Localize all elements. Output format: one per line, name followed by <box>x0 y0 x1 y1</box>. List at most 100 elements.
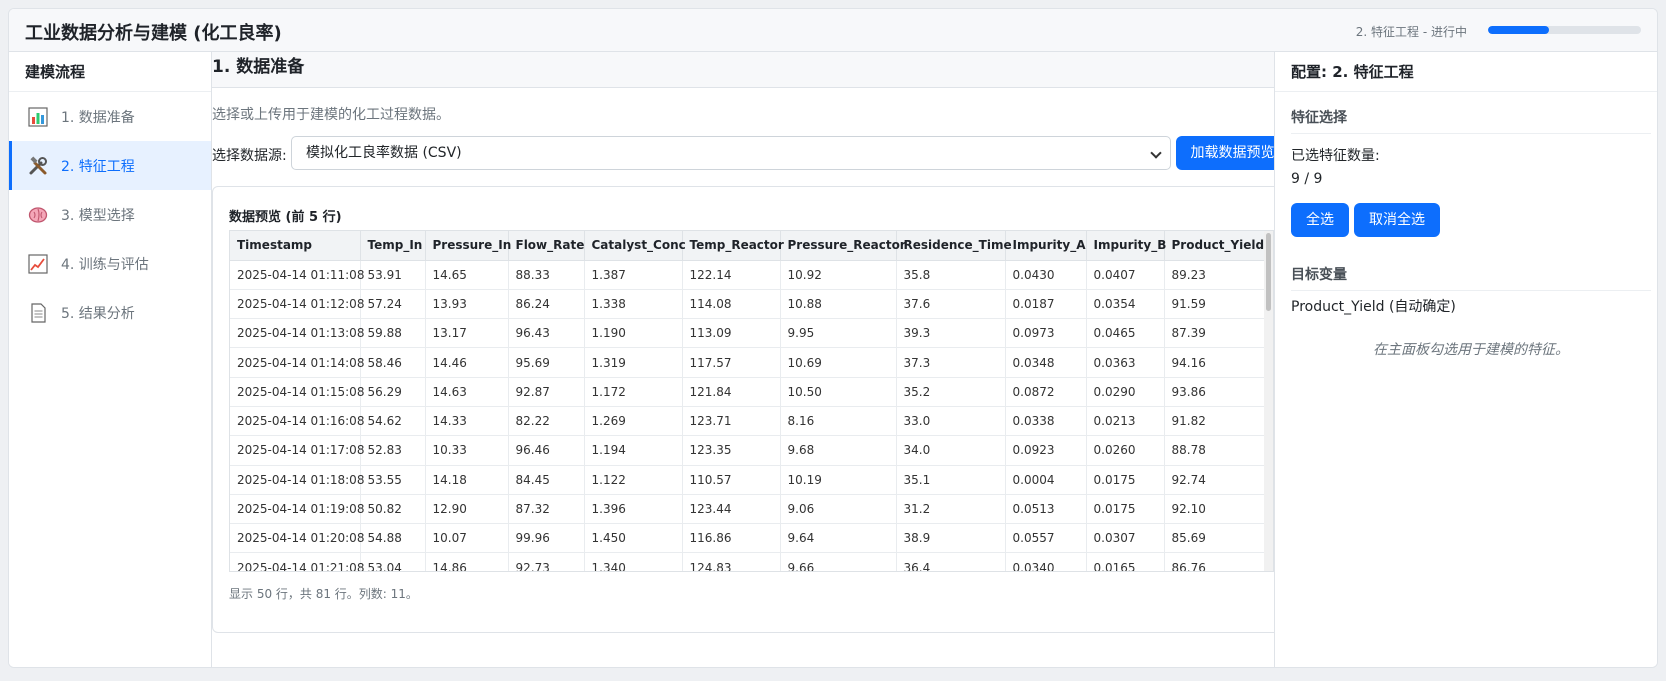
sidebar-title: 建模流程 <box>9 52 211 92</box>
table-cell: 1.194 <box>584 435 683 466</box>
table-cell: 0.0290 <box>1086 377 1165 407</box>
table-cell: 1.340 <box>584 552 683 571</box>
table-cell: 2025-04-14 01:13:08 <box>230 318 364 349</box>
table-cell: 89.23 <box>1164 260 1267 290</box>
column-header[interactable]: Impurity_A <box>1005 231 1087 261</box>
table-cell: 0.0430 <box>1005 260 1087 290</box>
document-icon <box>27 302 49 324</box>
target-variable-heading: 目标变量 <box>1291 264 1651 291</box>
table-cell: 1.172 <box>584 377 683 407</box>
column-header[interactable]: Residence_Time <box>896 231 1012 261</box>
data-source-select[interactable]: 模拟化工良率数据 (CSV) <box>291 136 1171 170</box>
table-cell: 93.86 <box>1164 377 1267 407</box>
column-header[interactable]: Catalyst_Conc <box>584 231 686 261</box>
table-cell: 1.319 <box>584 347 683 378</box>
table-cell: 37.3 <box>896 347 1006 378</box>
table-cell: 85.69 <box>1164 523 1267 554</box>
column-header[interactable]: Impurity_B <box>1086 231 1166 261</box>
table-cell: 52.83 <box>360 435 426 466</box>
data-preview-title: 数据预览 (前 5 行) <box>229 210 342 225</box>
table-cell: 0.0213 <box>1086 406 1165 437</box>
table-cell: 9.06 <box>780 494 897 525</box>
table-cell: 124.83 <box>682 552 781 571</box>
sidebar-item-label: 1. 数据准备 <box>61 109 135 126</box>
table-cell: 9.66 <box>780 552 897 571</box>
table-cell: 1.396 <box>584 494 683 525</box>
config-panel: 配置: 2. 特征工程 特征选择 已选特征数量: 9 / 9 全选 取消全选 目… <box>1274 52 1657 667</box>
table-row: 2025-04-14 01:12:08 57.24 13.93 86.24 1.338 1… <box>230 289 1267 320</box>
table-cell: 82.22 <box>508 406 585 437</box>
table-cell: 1.269 <box>584 406 683 437</box>
table-cell: 123.35 <box>682 435 781 466</box>
table-cell: 10.88 <box>780 289 897 320</box>
table-cell: 31.2 <box>896 494 1006 525</box>
table-cell: 53.04 <box>360 552 426 571</box>
app-title: 工业数据分析与建模 (化工良率) <box>25 23 282 44</box>
table-cell: 38.9 <box>896 523 1006 554</box>
table-cell: 0.0354 <box>1086 289 1165 320</box>
table-cell: 0.0923 <box>1005 435 1087 466</box>
table-cell: 8.16 <box>780 406 897 437</box>
column-header[interactable]: Pressure_In <box>425 231 511 261</box>
table-cell: 2025-04-14 01:11:08 <box>230 260 364 290</box>
sidebar-item-data-prep[interactable]: 1. 数据准备 <box>9 92 211 141</box>
table-cell: 14.86 <box>425 552 509 571</box>
table-cell: 0.0407 <box>1086 260 1165 290</box>
table-cell: 35.8 <box>896 260 1006 290</box>
table-cell: 0.0175 <box>1086 494 1165 525</box>
table-cell: 12.90 <box>425 494 509 525</box>
column-header[interactable]: Temp_In <box>360 231 426 261</box>
sidebar-item-label: 5. 结果分析 <box>61 305 135 322</box>
load-preview-button[interactable]: 加载数据预览 <box>1176 136 1289 170</box>
table-cell: 0.0973 <box>1005 318 1087 349</box>
column-header[interactable]: Pressure_Reactor <box>780 231 906 261</box>
scrollbar-thumb[interactable] <box>1266 233 1271 311</box>
data-preview-table-container[interactable]: Timestamp Temp_In Pressure_In Flow_Rate Cata… <box>229 230 1274 572</box>
table-cell: 10.69 <box>780 347 897 378</box>
sidebar-item-model-selection[interactable]: 3. 模型选择 <box>9 190 211 239</box>
table-cell: 84.45 <box>508 465 585 495</box>
config-hint: 在主面板勾选用于建模的特征。 <box>1373 342 1569 358</box>
table-cell: 122.14 <box>682 260 781 290</box>
table-cell: 92.73 <box>508 552 585 571</box>
select-all-button[interactable]: 全选 <box>1291 203 1349 237</box>
table-row: 2025-04-14 01:18:08 53.55 14.18 84.45 1.122 1… <box>230 465 1267 495</box>
table-cell: 123.71 <box>682 406 781 437</box>
table-cell: 110.57 <box>682 465 781 495</box>
table-cell: 36.4 <box>896 552 1006 571</box>
sidebar-item-feature-engineering[interactable]: 2. 特征工程 <box>9 141 211 190</box>
table-cell: 99.96 <box>508 523 585 554</box>
table-header-row: Timestamp Temp_In Pressure_In Flow_Rate Cata… <box>230 231 1267 261</box>
sidebar-item-result-analysis[interactable]: 5. 结果分析 <box>9 288 211 337</box>
config-title: 配置: 2. 特征工程 <box>1275 52 1657 92</box>
table-cell: 54.62 <box>360 406 426 437</box>
column-header[interactable]: Temp_Reactor <box>682 231 784 261</box>
top-bar: 工业数据分析与建模 (化工良率) 2. 特征工程 - 进行中 <box>9 9 1657 52</box>
table-cell: 10.19 <box>780 465 897 495</box>
progress-bar-fill <box>1488 26 1550 34</box>
table-cell: 50.82 <box>360 494 426 525</box>
table-cell: 2025-04-14 01:18:08 <box>230 465 364 495</box>
table-row: 2025-04-14 01:21:08 53.04 14.86 92.73 1.340 1… <box>230 552 1267 571</box>
table-cell: 9.95 <box>780 318 897 349</box>
table-cell: 114.08 <box>682 289 781 320</box>
sidebar-item-train-evaluate[interactable]: 4. 训练与评估 <box>9 239 211 288</box>
table-cell: 2025-04-14 01:21:08 <box>230 552 364 571</box>
table-cell: 35.1 <box>896 465 1006 495</box>
column-header[interactable]: Product_Yield <box>1164 231 1267 261</box>
section-description: 选择或上传用于建模的化工过程数据。 <box>212 107 450 123</box>
column-header[interactable]: Timestamp <box>230 231 361 261</box>
table-cell: 116.86 <box>682 523 781 554</box>
table-cell: 2025-04-14 01:14:08 <box>230 347 364 378</box>
table-cell: 117.57 <box>682 347 781 378</box>
deselect-all-button[interactable]: 取消全选 <box>1354 203 1440 237</box>
progress-bar <box>1488 26 1641 34</box>
table-scrollbar[interactable] <box>1264 231 1273 571</box>
table-cell: 87.39 <box>1164 318 1267 349</box>
feature-selection-heading: 特征选择 <box>1291 107 1651 134</box>
table-cell: 1.122 <box>584 465 683 495</box>
table-cell: 96.43 <box>508 318 585 349</box>
sidebar-item-label: 3. 模型选择 <box>61 207 135 224</box>
table-cell: 1.387 <box>584 260 683 290</box>
column-header[interactable]: Flow_Rate <box>508 231 585 261</box>
